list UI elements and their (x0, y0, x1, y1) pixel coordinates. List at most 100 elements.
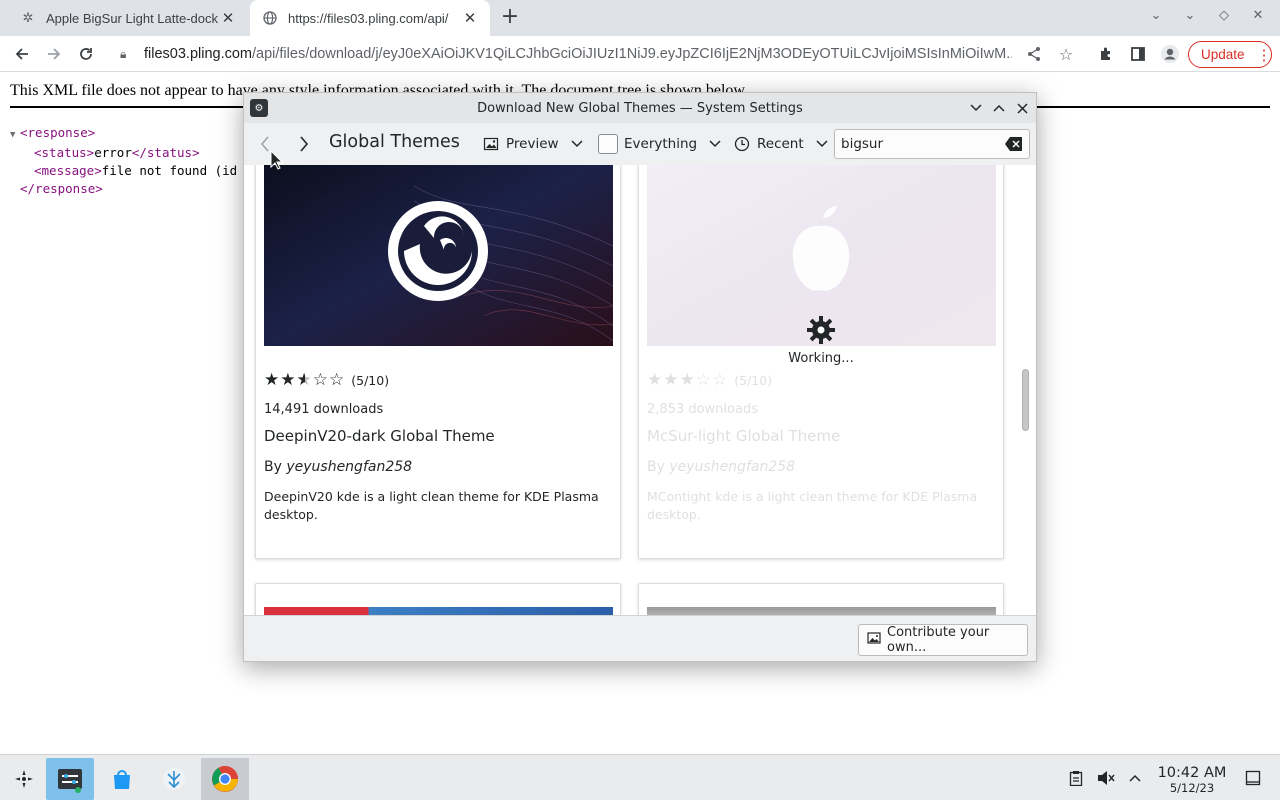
view-mode-dropdown[interactable]: Preview (482, 130, 583, 158)
dialog-footer: Contribute your own... (244, 615, 1036, 661)
taskbar-chrome[interactable] (201, 758, 249, 800)
theme-card[interactable] (255, 583, 621, 615)
star-full-icon: ★ (264, 370, 281, 390)
share-icon[interactable] (1022, 42, 1046, 66)
search-input[interactable]: bigsur (834, 129, 1030, 159)
clock-date: 5/12/23 (1169, 781, 1215, 795)
dialog-titlebar[interactable]: ⚙ Download New Global Themes — System Se… (244, 93, 1036, 123)
clock-icon (733, 135, 751, 153)
theme-name[interactable]: DeepinV20-dark Global Theme (264, 427, 613, 445)
theme-info: ★ ★ ★ ☆ ☆ (5/10) 14,491 downloads DeepinV20-… (264, 370, 613, 524)
back-arrow-icon[interactable] (10, 42, 34, 66)
forward-arrow-icon[interactable] (42, 42, 66, 66)
kebab-menu-icon[interactable]: ⋮ (1257, 46, 1272, 64)
app-launcher-button[interactable] (0, 758, 48, 800)
close-icon[interactable] (1012, 98, 1032, 118)
browser-toolbar: 🔒︎ files03.pling.com/api/files/download/… (0, 36, 1280, 72)
update-label: Update (1201, 47, 1245, 62)
tab-search-chevron-icon[interactable]: ⌄ (1146, 8, 1166, 23)
side-panel-icon[interactable] (1126, 42, 1150, 66)
window-controls: ⌄ ⌄ ◇ ✕ (1146, 8, 1268, 23)
filter-checkbox[interactable] (598, 134, 618, 154)
gear-icon (646, 315, 996, 351)
update-button[interactable]: Update ⋮ (1188, 41, 1272, 68)
search-value: bigsur (841, 136, 884, 152)
view-mode-label: Preview (506, 136, 559, 152)
digital-clock[interactable]: 10:42 AM 5/12/23 (1150, 765, 1234, 795)
new-tab-button[interactable]: + (498, 6, 522, 30)
xml-line-response-close: </response> (20, 181, 103, 196)
star-empty-icon: ☆ (329, 370, 346, 390)
page-title: Global Themes (329, 132, 460, 152)
star-empty-icon: ☆ (312, 370, 329, 390)
theme-author: By yeyushengfan258 (264, 459, 413, 475)
tab-files03[interactable]: https://files03.pling.com/api/ ✕ (250, 0, 490, 36)
taskbar: 10:42 AM 5/12/23 (0, 754, 1280, 800)
taskbar-kde-connect[interactable] (150, 758, 198, 800)
minimize-icon[interactable]: ⌄ (1180, 8, 1200, 23)
close-icon[interactable]: ✕ (460, 8, 480, 28)
contribute-label: Contribute your own... (887, 625, 990, 655)
reload-icon[interactable] (74, 42, 98, 66)
scrollbar-thumb[interactable] (1022, 369, 1029, 431)
theme-preview-image[interactable] (647, 607, 996, 615)
system-settings-icon[interactable]: ⚙ (250, 99, 268, 117)
clear-search-icon[interactable] (1005, 136, 1023, 152)
forward-chevron-icon[interactable] (292, 132, 316, 156)
filter-label: Everything (624, 136, 698, 152)
address-bar[interactable]: 🔒︎ files03.pling.com/api/files/download/… (108, 39, 1020, 69)
theme-description: MContight kde is a light clean theme for… (647, 489, 978, 522)
filter-dropdown[interactable]: Everything (598, 130, 721, 158)
star-empty-icon: ☆ (695, 370, 712, 390)
chevron-up-icon[interactable] (1126, 769, 1144, 787)
lock-icon[interactable]: 🔒︎ (120, 47, 136, 62)
tab-apple-bigsur[interactable]: ✲ Apple BigSur Light Latte-dock ✕ (8, 0, 248, 36)
clipboard-icon[interactable] (1067, 769, 1085, 787)
theme-name[interactable]: McSur-light Global Theme (647, 427, 996, 445)
minimize-icon[interactable] (966, 98, 986, 118)
bookmark-star-icon[interactable]: ☆ (1054, 42, 1078, 66)
rating-text: (5/10) (351, 372, 390, 388)
theme-author: By yeyushengfan258 (647, 459, 796, 475)
image-preview-icon (482, 135, 500, 153)
scrollbar[interactable] (1020, 165, 1030, 615)
collapse-triangle-icon[interactable]: ▼ (10, 126, 20, 144)
extensions-icon[interactable] (1094, 42, 1118, 66)
working-label: Working... (788, 351, 854, 366)
maximize-icon[interactable] (989, 98, 1009, 118)
sort-dropdown[interactable]: Recent (733, 130, 828, 158)
download-count: 2,853 downloads (647, 402, 758, 417)
star-half-icon: ★ (296, 370, 313, 390)
author-name: yeyushengfan258 (669, 459, 796, 475)
chevron-down-icon (571, 138, 583, 151)
taskbar-system-settings[interactable] (46, 758, 94, 800)
rating-stars: ★ ★ ★ ☆ ☆ (5/10) (264, 370, 613, 390)
clock-time: 10:42 AM (1157, 765, 1227, 781)
show-desktop-icon[interactable] (1244, 769, 1262, 787)
url-path: /api/files/download/j/eyJ0eXAiOiJKV1QiLC… (252, 46, 1012, 62)
taskbar-discover[interactable] (98, 758, 146, 800)
chevron-down-icon (816, 138, 828, 151)
download-count: 14,491 downloads (264, 402, 384, 417)
download-themes-dialog: ⚙ Download New Global Themes — System Se… (243, 92, 1037, 662)
volume-muted-icon[interactable] (1097, 769, 1115, 787)
close-icon[interactable]: ✕ (218, 8, 238, 28)
star-full-icon: ★ (647, 370, 664, 390)
theme-card[interactable] (638, 583, 1004, 615)
browser-tab-strip: ✲ Apple BigSur Light Latte-dock ✕ https:… (0, 0, 1280, 36)
xml-line-message: <message>file not found (id (34, 163, 238, 178)
profile-avatar-icon[interactable] (1158, 42, 1182, 66)
theme-card[interactable]: ★ ★ ★ ☆ ☆ (5/10) 14,491 downloads DeepinV20-… (255, 165, 621, 559)
rating-text: (5/10) (734, 372, 773, 388)
themes-grid: ★ ★ ★ ☆ ☆ (5/10) 14,491 downloads DeepinV20-… (244, 165, 1036, 615)
chevron-down-icon (709, 138, 721, 151)
restore-icon[interactable]: ◇ (1214, 8, 1234, 23)
theme-preview-image[interactable] (264, 607, 613, 615)
contribute-button[interactable]: Contribute your own... (858, 624, 1028, 656)
xml-tree: ▼ <response> <status>error</status> <mess… (10, 124, 237, 198)
dialog-window-title: Download New Global Themes — System Sett… (477, 100, 803, 116)
star-full-icon: ★ (663, 370, 680, 390)
close-window-icon[interactable]: ✕ (1248, 8, 1268, 23)
theme-preview-image[interactable] (264, 165, 613, 346)
sort-label: Recent (757, 136, 804, 152)
